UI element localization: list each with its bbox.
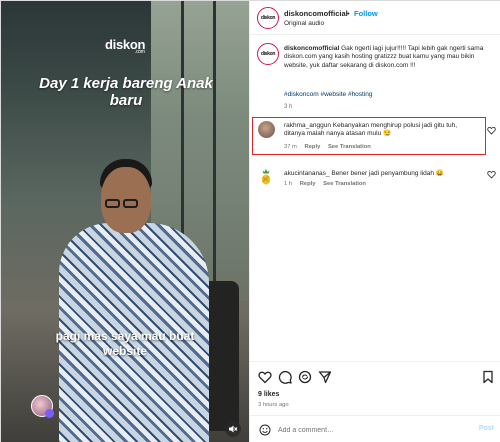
pineapple-avatar[interactable] — [260, 169, 272, 185]
repost-icon[interactable] — [298, 370, 312, 384]
comment-text: akucintananas_ Bener bener jadi penyambu… — [284, 170, 470, 178]
comment-item: akucintananas_ Bener bener jadi penyambu… — [250, 163, 500, 203]
comment-input[interactable] — [278, 423, 468, 437]
reply-button[interactable]: Reply — [300, 181, 316, 187]
avatar[interactable]: diskon — [257, 43, 279, 65]
comment-icon[interactable] — [278, 370, 292, 384]
comment-username[interactable]: rakhma_anggun — [284, 122, 331, 129]
caption-time: 3 h — [284, 104, 293, 110]
sticker-badge-icon — [45, 409, 54, 418]
avatar-logo-text: diskon — [260, 15, 276, 21]
heart-icon[interactable] — [258, 370, 272, 384]
emoji-icon[interactable] — [259, 424, 271, 436]
likes-count[interactable]: 9 likes — [258, 391, 279, 398]
follow-button[interactable]: Follow — [354, 9, 378, 18]
video-overlay-title: Day 1 kerja bareng Anak baru — [39, 75, 213, 109]
video-brand-sub: .com — [135, 49, 145, 55]
avatar[interactable] — [258, 121, 275, 138]
header-separator: • — [347, 9, 350, 18]
comment-time: 1 h — [284, 181, 293, 187]
comment-item: rakhma_anggun Kebanyakan menghirup polus… — [250, 115, 500, 155]
video-person-glasses — [123, 199, 138, 208]
header-username[interactable]: diskoncomofficial — [284, 9, 348, 18]
add-comment-bar: Post — [250, 415, 500, 442]
share-icon[interactable] — [318, 370, 332, 384]
reel-video[interactable]: diskon .com Day 1 kerja bareng Anak baru… — [1, 1, 249, 442]
avatar-logo-text: diskon — [260, 51, 276, 57]
comment-username[interactable]: akucintananas_ — [284, 170, 330, 177]
heart-icon[interactable] — [487, 126, 496, 135]
post-header: diskon diskoncomofficial • Follow Origin… — [250, 1, 500, 35]
comment-meta: 37 m Reply See Translation — [284, 144, 377, 150]
post-actions-bar — [250, 361, 500, 391]
instagram-post-view: diskon .com Day 1 kerja bareng Anak baru… — [0, 0, 500, 442]
audio-link[interactable]: Original audio — [284, 20, 324, 27]
see-translation-button[interactable]: See Translation — [323, 181, 366, 187]
heart-icon[interactable] — [487, 170, 496, 179]
caption-username[interactable]: diskoncomofficial — [284, 45, 339, 52]
mute-button[interactable] — [225, 421, 241, 437]
video-subtitle: pagi mas saya mau buat website — [55, 329, 195, 358]
post-comment-button[interactable]: Post — [479, 425, 494, 432]
comment-meta: 1 h Reply See Translation — [284, 181, 372, 187]
see-translation-button[interactable]: See Translation — [328, 144, 371, 150]
caption-hashtags[interactable]: #diskoncom #website #hosting — [284, 91, 373, 98]
caption-text: diskoncomofficial Gak ngerti lagi jujur!… — [284, 45, 484, 70]
post-timestamp: 3 hours ago — [258, 402, 289, 408]
video-window-frame — [213, 1, 216, 301]
speaker-muted-icon — [229, 425, 238, 433]
avatar[interactable]: diskon — [257, 7, 279, 29]
post-side-panel: diskon diskoncomofficial • Follow Origin… — [249, 1, 500, 442]
video-brand-watermark: diskon .com — [105, 37, 145, 55]
reply-button[interactable]: Reply — [305, 144, 321, 150]
comment-body: Bener bener jadi penyambung lidah 😄 — [329, 170, 444, 177]
comment-text: rakhma_anggun Kebanyakan menghirup polus… — [284, 122, 470, 139]
bookmark-icon[interactable] — [481, 370, 495, 384]
video-person-glasses — [105, 199, 120, 208]
comment-time: 37 m — [284, 144, 297, 150]
